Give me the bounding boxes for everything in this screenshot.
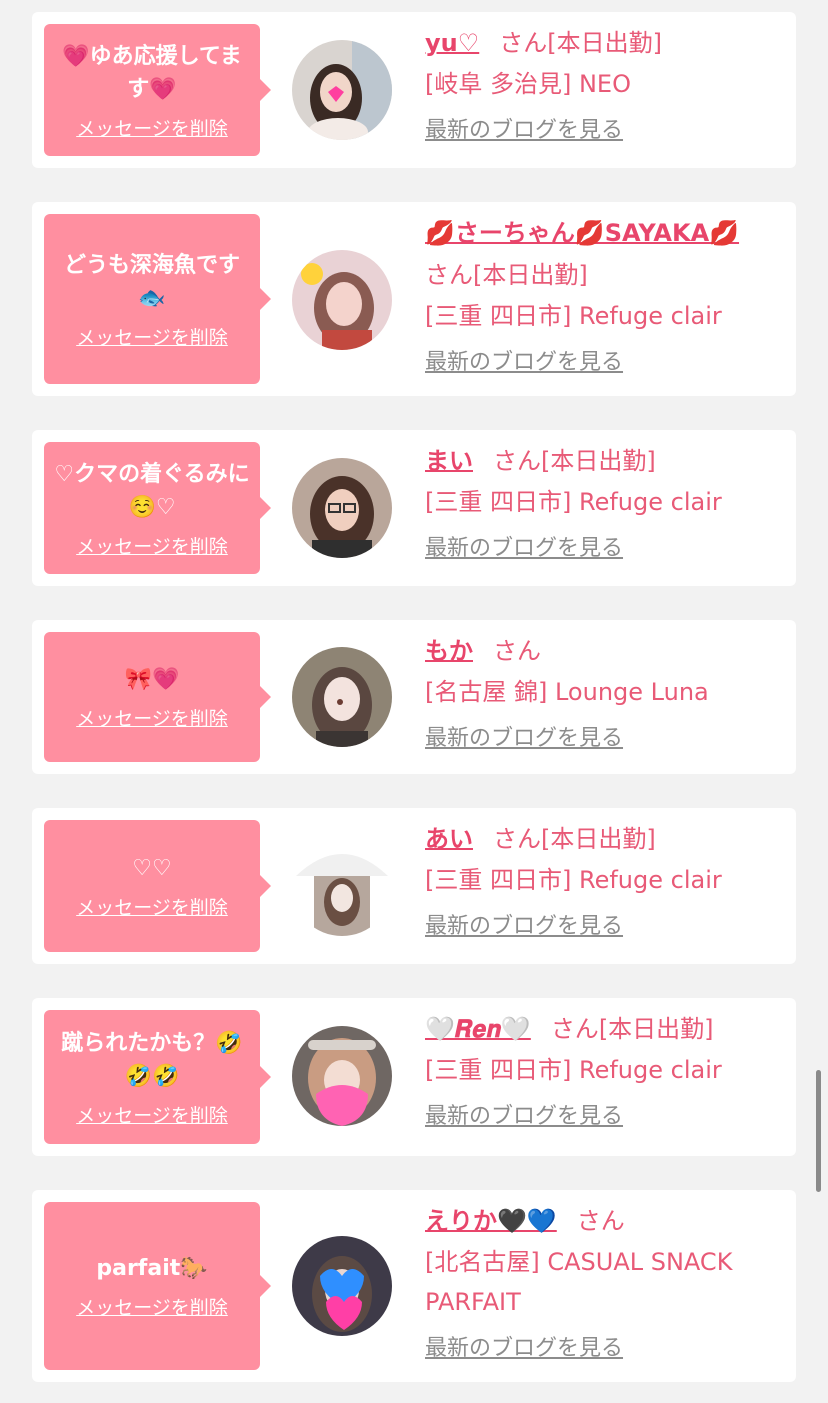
message-bubble: parfait🐎 メッセージを削除 (44, 1202, 271, 1370)
latest-blog-link[interactable]: 最新のブログを見る (425, 1096, 623, 1138)
status-label: [本日出勤] (547, 29, 662, 57)
message-text: 🎀💗 (124, 667, 180, 692)
delete-message-link[interactable]: メッセージを削除 (76, 532, 228, 559)
status-label: [本日出勤] (473, 261, 588, 289)
girl-info: 🤍𝑹𝒆𝒏🤍 さん[本日出勤] [三重 四日市] Refuge clair 最新のブ… (425, 1008, 784, 1138)
honorific: さん (576, 1207, 625, 1235)
latest-blog-link[interactable]: 最新のブログを見る (425, 718, 623, 760)
honorific: さん (425, 261, 473, 289)
message-card: 💗ゆあ応援してます💗 メッセージを削除 yu♡ さん[本日出勤] [岐阜 多治見]… (32, 12, 796, 168)
girl-info: まい さん[本日出勤] [三重 四日市] Refuge clair 最新のブログを… (425, 440, 784, 570)
status-label: [本日出勤] (598, 1015, 714, 1043)
delete-message-link[interactable]: メッセージを削除 (76, 893, 228, 920)
photo-avatar-icon[interactable] (292, 40, 392, 140)
latest-blog-link[interactable]: 最新のブログを見る (425, 110, 623, 152)
honorific: さん (550, 1015, 599, 1043)
shop-name: [三重 四日市] Refuge clair (425, 1056, 722, 1084)
message-text: 💗ゆあ応援してます💗 (62, 43, 242, 102)
girl-info: もか さん [名古屋 錦] Lounge Luna 最新のブログを見る (425, 630, 784, 760)
message-text: ♡クマの着ぐるみに☺️♡ (54, 461, 250, 520)
girl-name-link[interactable]: まい (425, 447, 473, 475)
photo-avatar-icon[interactable] (292, 1236, 392, 1336)
message-bubble: ♡♡ メッセージを削除 (44, 820, 271, 952)
message-card: 🎀💗 メッセージを削除 もか さん [名古屋 錦] Lounge Luna 最新の… (32, 620, 796, 774)
message-card: ♡♡ メッセージを削除 あい さん[本日出勤] [三重 四日市] Refuge c… (32, 808, 796, 964)
status-label: [本日出勤] (541, 825, 656, 853)
message-bubble: 💗ゆあ応援してます💗 メッセージを削除 (44, 24, 271, 156)
girl-name-link[interactable]: 🤍𝑹𝒆𝒏🤍 (425, 1015, 531, 1043)
delete-message-link[interactable]: メッセージを削除 (76, 1101, 228, 1128)
delete-message-link[interactable]: メッセージを削除 (76, 704, 228, 731)
shop-name: [三重 四日市] Refuge clair (425, 302, 722, 330)
message-card: parfait🐎 メッセージを削除 えりか🖤💙 さん [北名古屋] CASUAL … (32, 1190, 796, 1382)
message-card: 蹴られたかも？🤣🤣🤣 メッセージを削除 🤍𝑹𝒆𝒏🤍 さん[本日出勤] [三重 四日… (32, 998, 796, 1156)
honorific: さん (493, 447, 541, 475)
message-card: ♡クマの着ぐるみに☺️♡ メッセージを削除 まい さん[本日出勤] [三重 四日市… (32, 430, 796, 586)
message-bubble: どうも深海魚です🐟 メッセージを削除 (44, 214, 271, 384)
status-label: [本日出勤] (541, 447, 656, 475)
shop-name: [三重 四日市] Refuge clair (425, 866, 722, 894)
message-text: ♡♡ (132, 856, 172, 881)
girl-name-link[interactable]: えりか🖤💙 (425, 1207, 557, 1235)
girl-info: yu♡ さん[本日出勤] [岐阜 多治見] NEO 最新のブログを見る (425, 22, 784, 152)
photo-avatar-icon[interactable] (292, 1026, 392, 1126)
message-text: 蹴られたかも？🤣🤣🤣 (61, 1030, 243, 1089)
girl-info: えりか🖤💙 さん [北名古屋] CASUAL SNACK PARFAIT 最新のブ… (425, 1200, 784, 1370)
message-text: parfait🐎 (96, 1256, 208, 1281)
honorific: さん (493, 637, 541, 665)
message-bubble: 🎀💗 メッセージを削除 (44, 632, 271, 762)
message-card: どうも深海魚です🐟 メッセージを削除 💋さーちゃん💋SAYAKA💋 さん[本日出… (32, 202, 796, 396)
scrollbar[interactable] (816, 1070, 821, 1192)
photo-avatar-icon[interactable] (292, 647, 392, 747)
girl-name-link[interactable]: あい (425, 825, 473, 853)
shop-name: [北名古屋] CASUAL SNACK PARFAIT (425, 1248, 733, 1316)
honorific: さん (499, 29, 548, 57)
shop-name: [岐阜 多治見] NEO (425, 70, 631, 98)
girl-name-link[interactable]: 💋さーちゃん💋SAYAKA💋 (425, 219, 739, 247)
message-bubble: ♡クマの着ぐるみに☺️♡ メッセージを削除 (44, 442, 271, 574)
photo-avatar-icon[interactable] (292, 250, 392, 350)
latest-blog-link[interactable]: 最新のブログを見る (425, 342, 623, 384)
shop-name: [三重 四日市] Refuge clair (425, 488, 722, 516)
delete-message-link[interactable]: メッセージを削除 (76, 1293, 228, 1320)
photo-avatar-icon[interactable] (292, 836, 392, 936)
delete-message-link[interactable]: メッセージを削除 (76, 323, 228, 350)
latest-blog-link[interactable]: 最新のブログを見る (425, 906, 623, 948)
message-text: どうも深海魚です🐟 (63, 252, 240, 311)
honorific: さん (493, 825, 541, 853)
photo-avatar-icon[interactable] (292, 458, 392, 558)
girl-info: 💋さーちゃん💋SAYAKA💋 さん[本日出勤] [三重 四日市] Refuge … (425, 212, 784, 384)
favorite-message-list: 💗ゆあ応援してます💗 メッセージを削除 yu♡ さん[本日出勤] [岐阜 多治見]… (0, 0, 828, 1403)
latest-blog-link[interactable]: 最新のブログを見る (425, 528, 623, 570)
girl-name-link[interactable]: yu♡ (425, 29, 479, 57)
message-bubble: 蹴られたかも？🤣🤣🤣 メッセージを削除 (44, 1010, 271, 1144)
latest-blog-link[interactable]: 最新のブログを見る (425, 1328, 623, 1370)
shop-name: [名古屋 錦] Lounge Luna (425, 678, 709, 706)
delete-message-link[interactable]: メッセージを削除 (76, 114, 228, 141)
girl-name-link[interactable]: もか (425, 637, 473, 665)
girl-info: あい さん[本日出勤] [三重 四日市] Refuge clair 最新のブログを… (425, 818, 784, 948)
